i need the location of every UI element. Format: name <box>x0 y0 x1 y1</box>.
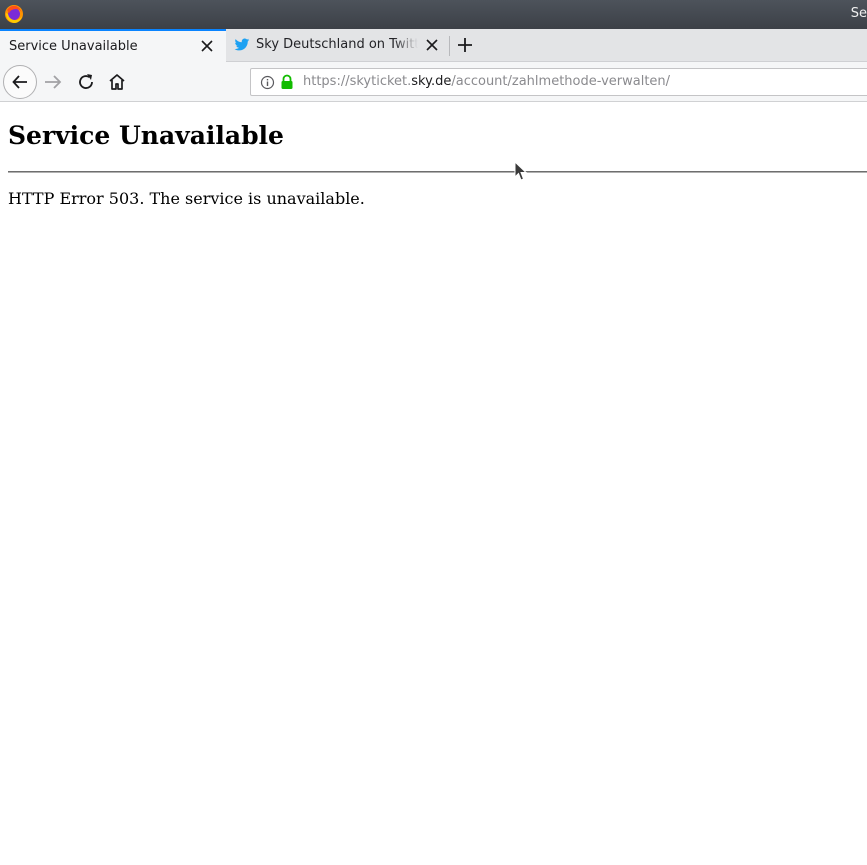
navigation-toolbar: https://skyticket.sky.de/account/zahlmet… <box>0 62 867 102</box>
back-button[interactable] <box>3 65 37 99</box>
url-path: /account/zahlmethode-verwalten/ <box>451 74 671 89</box>
firefox-icon <box>5 5 23 23</box>
tab-strip: Service Unavailable Sky Deutschland on T… <box>0 29 867 63</box>
close-tab-icon[interactable] <box>425 38 439 52</box>
url-host: sky.de <box>411 74 452 89</box>
page-title: Service Unavailable <box>8 121 284 150</box>
window-titlebar: Se <box>0 0 867 29</box>
url-bar[interactable]: https://skyticket.sky.de/account/zahlmet… <box>250 68 867 96</box>
reload-icon[interactable] <box>76 72 96 92</box>
back-arrow-icon <box>12 75 27 89</box>
window-title: Se <box>850 6 867 21</box>
tab-label: Sky Deutschland on Twitter <box>256 37 418 52</box>
forward-arrow-icon[interactable] <box>43 72 63 92</box>
horizontal-rule <box>8 171 867 173</box>
page-content: Service Unavailable HTTP Error 503. The … <box>0 103 867 865</box>
info-icon[interactable] <box>260 75 275 90</box>
mouse-pointer-icon <box>514 161 527 181</box>
error-message: HTTP Error 503. The service is unavailab… <box>8 189 365 208</box>
close-tab-icon[interactable] <box>200 39 214 53</box>
tab-sky-twitter[interactable]: Sky Deutschland on Twitter <box>226 29 448 62</box>
lock-icon[interactable] <box>280 74 294 90</box>
tab-separator <box>449 36 450 56</box>
tab-service-unavailable[interactable]: Service Unavailable <box>0 29 226 63</box>
new-tab-plus-icon[interactable] <box>456 36 474 54</box>
tab-label: Service Unavailable <box>9 39 138 54</box>
url-text: https://skyticket.sky.de/account/zahlmet… <box>303 74 670 89</box>
url-scheme: https://skyticket. <box>303 74 412 89</box>
twitter-bird-icon <box>234 38 250 51</box>
home-icon[interactable] <box>107 72 127 92</box>
